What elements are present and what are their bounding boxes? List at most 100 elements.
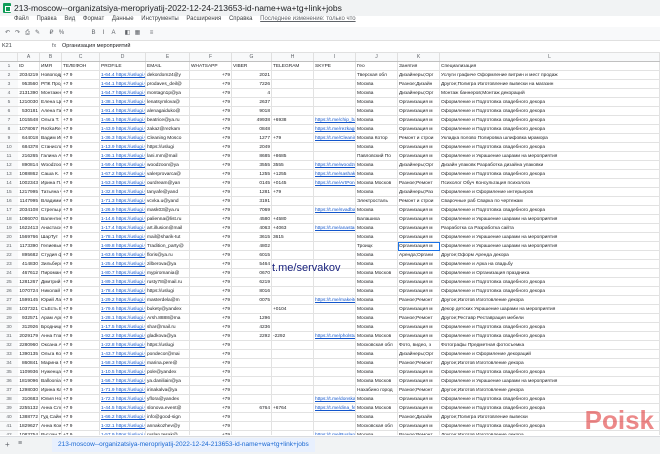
table-cell[interactable]: 1037321	[18, 305, 40, 314]
table-cell[interactable]	[272, 143, 314, 152]
row-header[interactable]: 28	[0, 305, 18, 314]
table-cell[interactable]	[272, 350, 314, 359]
table-cell[interactable]: Москва	[356, 359, 398, 368]
table-cell[interactable]: 1-43.7 https://uslugi.yan	[100, 350, 146, 359]
table-cell[interactable]: 1255	[232, 170, 272, 179]
table-cell[interactable]: 0670	[232, 269, 272, 278]
table-cell[interactable]: Москва	[356, 188, 398, 197]
table-cell[interactable]: gladkova@ya	[146, 332, 190, 341]
table-cell[interactable]: Оформление и Подготовка свадебного декор…	[440, 107, 660, 116]
table-cell[interactable]: +79	[190, 305, 232, 314]
table-cell[interactable]: 1-17.4 https://uslugi.yan	[100, 224, 146, 233]
table-cell[interactable]: Москва	[356, 170, 398, 179]
table-cell[interactable]: Другое;Изготов Изготовление декора	[440, 386, 660, 395]
table-cell[interactable]: 5464	[232, 260, 272, 269]
table-cell[interactable]: alenagaiduko@	[146, 107, 190, 116]
table-cell[interactable]: +7 9	[62, 341, 100, 350]
table-cell[interactable]	[314, 98, 356, 107]
table-cell[interactable]: +6764	[272, 404, 314, 413]
row-header[interactable]: 32	[0, 341, 18, 350]
table-cell[interactable]: Дизайнеры;Раз	[398, 188, 440, 197]
table-cell[interactable]: +7 9	[62, 323, 100, 332]
table-cell[interactable]: 414830	[18, 260, 40, 269]
table-cell[interactable]: +7 9	[62, 260, 100, 269]
table-cell[interactable]: Дизайнеры;Орг	[398, 161, 440, 170]
table-cell[interactable]: +7 9	[62, 368, 100, 377]
table-cell[interactable]: +0145	[272, 179, 314, 188]
table-cell[interactable]: 4802	[232, 242, 272, 251]
table-cell[interactable]: 3191	[232, 197, 272, 206]
table-cell[interactable]: 6015	[232, 251, 272, 260]
table-cell[interactable]: Бродницкий ша	[40, 323, 62, 332]
table-cell[interactable]: 1109936	[18, 368, 40, 377]
table-cell[interactable]: 1390135	[18, 350, 40, 359]
table-cell[interactable]: +79	[190, 404, 232, 413]
table-cell[interactable]: Оформление и Украшение шарами на меропри…	[440, 152, 660, 161]
row-header[interactable]: 26	[0, 287, 18, 296]
table-cell[interactable]	[272, 359, 314, 368]
table-cell[interactable]: Москва	[356, 287, 398, 296]
row-header[interactable]: 41	[0, 422, 18, 431]
table-cell[interactable]: Москва	[356, 161, 398, 170]
table-cell[interactable]: +79	[190, 98, 232, 107]
row-header[interactable]: 40	[0, 413, 18, 422]
table-cell[interactable]: +7 9	[62, 377, 100, 386]
table-cell[interactable]: 2255132	[18, 404, 40, 413]
table-cell[interactable]: ourdream@yan	[146, 179, 190, 188]
table-cell[interactable]: Аренда;Органи	[398, 251, 440, 260]
table-cell[interactable]: Организация м	[398, 116, 440, 125]
table-cell[interactable]: Организация м	[398, 215, 440, 224]
table-cell[interactable]: Оформление и Украшение шарами на меропри…	[440, 242, 660, 251]
header-cell[interactable]: EMAIL	[146, 62, 190, 71]
table-cell[interactable]: +7 9	[62, 143, 100, 152]
table-cell[interactable]: mask03@ya.ru	[146, 206, 190, 215]
row-header[interactable]: 6	[0, 107, 18, 116]
table-cell[interactable]: 953560	[18, 80, 40, 89]
text-color-icon[interactable]: A	[110, 30, 117, 37]
table-cell[interactable]	[272, 125, 314, 134]
table-cell[interactable]	[232, 431, 272, 435]
table-cell[interactable]: +7 9	[62, 98, 100, 107]
table-cell[interactable]: +79	[190, 206, 232, 215]
table-cell[interactable]: +7 9	[62, 116, 100, 125]
table-cell[interactable]: Москва	[356, 323, 398, 332]
table-cell[interactable]: +1255	[272, 170, 314, 179]
table-cell[interactable]: Дизайн упаковк Разработка дизайна упаков…	[440, 161, 660, 170]
table-cell[interactable]: +79	[190, 125, 232, 134]
table-cell[interactable]: woodzoon@ya	[146, 161, 190, 170]
table-cell[interactable]: Организация м	[398, 170, 440, 179]
table-cell[interactable]: Дмитрий Власо	[40, 278, 62, 287]
column-header-i[interactable]: I	[314, 53, 356, 61]
table-cell[interactable]: 860841	[18, 359, 40, 368]
table-cell[interactable]: 2034219	[18, 71, 40, 80]
table-cell[interactable]: 1-58.3 https://uslugi.yan	[100, 359, 146, 368]
table-cell[interactable]: 1296	[232, 314, 272, 323]
table-cell[interactable]: +79	[190, 377, 232, 386]
table-cell[interactable]: Москва	[356, 251, 398, 260]
table-cell[interactable]: 1-56.7 https://uslugi.yan	[100, 377, 146, 386]
header-cell[interactable]: PROFILE	[100, 62, 146, 71]
table-cell[interactable]: Оформление и Подготовка свадебного декор…	[440, 278, 660, 287]
table-cell[interactable]: 530181	[18, 107, 40, 116]
table-cell[interactable]: +79	[190, 314, 232, 323]
row-header[interactable]: 5	[0, 98, 18, 107]
table-cell[interactable]: +79	[190, 251, 232, 260]
table-cell[interactable]: 1-71.9 https://uslugi.yan	[100, 386, 146, 395]
table-cell[interactable]: Услуги графиче Оформление витрин и мест …	[440, 71, 660, 80]
table-cell[interactable]: 1-54.7 https://uslugi.yan	[100, 89, 146, 98]
table-cell[interactable]: Оформление и Подготовка свадебного декор…	[440, 368, 660, 377]
table-cell[interactable]: Психолог Обуч Консультация психолога	[440, 179, 660, 188]
table-cell[interactable]: 7069	[232, 206, 272, 215]
table-cell[interactable]: 1-46.1 https://uslugi.yan	[100, 116, 146, 125]
table-cell[interactable]: +79	[190, 224, 232, 233]
table-cell[interactable]: 1147995	[18, 197, 40, 206]
table-cell[interactable]: Москва	[356, 89, 398, 98]
table-cell[interactable]: +7 9	[62, 422, 100, 431]
table-cell[interactable]: 1819096	[18, 377, 40, 386]
table-cell[interactable]: Другое;Реставр Реставрация мебели	[440, 314, 660, 323]
table-cell[interactable]: Организация м	[398, 395, 440, 404]
table-cell[interactable]: Фото, видео, э	[398, 341, 440, 350]
row-header[interactable]: 25	[0, 278, 18, 287]
table-cell[interactable]: Алена Гайдуко	[40, 107, 62, 116]
table-cell[interactable]: Разное;Дизайн	[398, 80, 440, 89]
